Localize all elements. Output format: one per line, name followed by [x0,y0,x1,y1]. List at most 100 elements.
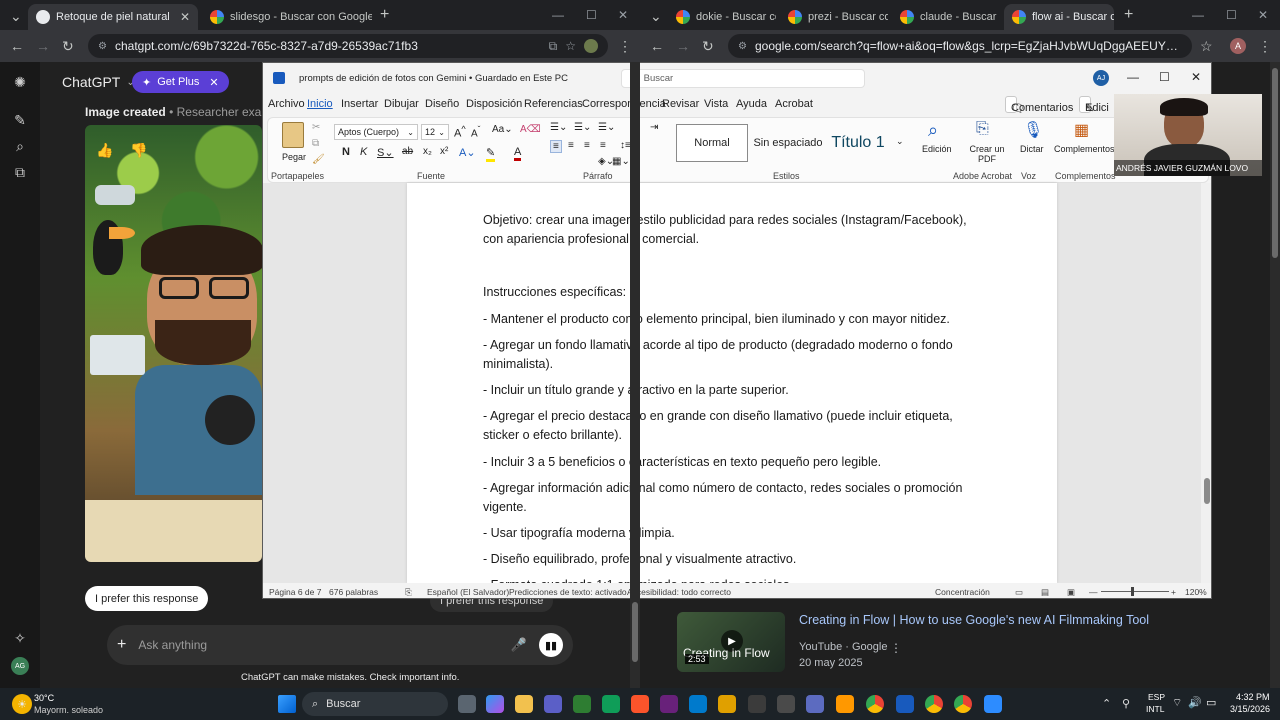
zoom-in-icon[interactable]: + [1171,587,1176,597]
weather-desc[interactable]: Mayorm. soleado [34,705,103,715]
minimize-icon[interactable]: — [1127,70,1139,84]
scrollbar-thumb[interactable] [1272,68,1278,258]
zoom-level[interactable]: 120% [1185,587,1207,597]
shrink-font-icon[interactable]: Aˇ [471,124,480,139]
dictate-label[interactable]: Dictar [1020,144,1044,154]
web-layout-icon[interactable]: ▣ [1067,587,1075,598]
tab-diseno[interactable]: Diseño [425,98,459,110]
font-size-select[interactable]: 12 ⌄ [421,124,449,140]
chrome-icon-2[interactable] [925,695,943,713]
close-window-icon[interactable]: ✕ [1191,70,1201,84]
result-title-link[interactable]: Creating in Flow | How to use Google's n… [799,613,1149,627]
taskbar-search[interactable]: ⌕ Buscar [302,692,448,716]
zoom-slider[interactable] [1101,587,1169,596]
bookmark-star-icon[interactable]: ☆ [565,39,576,53]
close-window-icon[interactable]: ✕ [618,8,628,22]
find-icon[interactable]: ⌕ [928,120,938,141]
copy-icon[interactable]: ⧉ [312,138,319,149]
print-layout-icon[interactable]: ▤ [1041,587,1049,598]
tray-app-icon[interactable]: ⚲ [1122,697,1130,710]
bullet-item[interactable]: - Agregar el precio destacado en grande … [483,407,973,445]
editing-button[interactable]: ✎ Edici [1079,96,1109,115]
new-chat-icon[interactable]: ✎ [11,112,29,130]
paragraph-heading[interactable]: Instrucciones específicas: [483,283,973,302]
user-avatar[interactable]: AG [11,657,29,675]
zoom-slider-thumb[interactable] [1131,587,1134,596]
paragraph-objective[interactable]: Objetivo: crear una imagen estilo public… [483,211,973,249]
status-language[interactable]: Español (El Salvador) [427,587,509,597]
justify-icon[interactable]: ≡ [600,140,606,151]
tab-correspondencia[interactable]: Correspondencia [582,98,666,110]
tab-revisar[interactable]: Revisar [662,98,699,110]
right-page-scrollbar[interactable] [1270,62,1280,688]
app-icon-2[interactable] [602,695,620,713]
bullet-item[interactable]: - Incluir un título grande y atractivo e… [483,381,973,400]
editing-group-label[interactable]: Edición [922,144,952,154]
tab-retoque[interactable]: Retoque de piel natural ✕ [28,4,198,30]
strikethrough-icon[interactable]: ab [402,146,413,157]
new-tab-icon[interactable]: + [380,6,389,24]
app-icon-1[interactable] [573,695,591,713]
clear-format-icon[interactable]: A⌫ [520,124,541,135]
read-mode-icon[interactable]: ▭ [1015,587,1023,598]
comments-button[interactable]: 🗨 Comentarios [1005,96,1073,115]
status-predictions[interactable]: Predicciones de texto: activado [509,587,627,597]
reload-icon[interactable]: ↻ [702,38,714,55]
tab-referencias[interactable]: Referencias [524,98,583,110]
battery-icon[interactable]: ▭ [1206,696,1216,709]
site-info-icon[interactable]: ⚙ [98,41,107,52]
bold-icon[interactable]: N [342,146,350,158]
minimize-icon[interactable]: — [1192,8,1204,22]
close-window-icon[interactable]: ✕ [1258,8,1268,22]
tray-expand-icon[interactable]: ⌃ [1102,697,1111,710]
numbering-icon[interactable]: ☰⌄ [574,122,591,133]
chat-input[interactable]: + Ask anything 🎤 ▮▮ [107,625,573,665]
left-page-scrollbar[interactable] [630,62,640,688]
tab-prezi[interactable]: prezi - Buscar co ✕ [780,4,888,30]
prefer-response-button[interactable]: I prefer this response [85,586,209,611]
bullet-item[interactable]: - Usar tipografía moderna y limpia. [483,524,973,543]
tab-flow-ai[interactable]: flow ai - Buscar c ✕ [1004,4,1114,30]
word-taskbar-icon[interactable] [896,695,914,713]
tab-acrobat[interactable]: Acrobat [775,98,813,110]
voice-mode-icon[interactable]: ▮▮ [539,633,563,657]
status-words[interactable]: 676 palabras [329,587,378,597]
style-sin-espaciado[interactable]: Sin espaciado [752,124,824,162]
new-tab-icon[interactable]: + [1124,6,1133,24]
tab-ayuda[interactable]: Ayuda [736,98,767,110]
start-icon[interactable] [278,695,296,713]
tab-inicio[interactable]: Inicio [307,98,333,110]
align-left-icon[interactable]: ≡ [550,140,562,153]
settings-icon[interactable] [777,695,795,713]
tab-dibujar[interactable]: Dibujar [384,98,419,110]
status-accessibility[interactable]: Accesibilidad: todo correcto [627,587,731,597]
multilevel-list-icon[interactable]: ☰⌄ [598,122,615,133]
font-name-select[interactable]: Aptos (Cuerpo) ⌄ [334,124,418,140]
styles-more-icon[interactable]: ⌄ [896,136,904,147]
subscript-icon[interactable]: x₂ [423,146,432,157]
result-more-icon[interactable]: ⋮ [890,641,902,655]
maximize-icon[interactable]: ☐ [1159,70,1170,84]
search-chats-icon[interactable]: ⌕ [11,138,29,156]
menu-dots-icon[interactable]: ⋮ [1258,38,1272,55]
address-bar[interactable]: ⚙ chatgpt.com/c/69b7322d-765c-8327-a7d9-… [88,34,608,58]
create-pdf-icon[interactable]: ⎘ [976,120,989,138]
tab-claude[interactable]: claude - Buscar c ✕ [892,4,1000,30]
reload-icon[interactable]: ↻ [62,38,74,55]
italic-icon[interactable]: K [360,146,367,158]
language-indicator[interactable]: ESP [1148,692,1165,702]
paste-label[interactable]: Pegar [282,152,306,162]
superscript-icon[interactable]: x² [440,146,448,157]
visual-studio-icon[interactable] [660,695,678,713]
addins-label[interactable]: Complementos [1054,144,1115,154]
proofing-icon[interactable]: ⎘ [405,587,412,598]
maximize-icon[interactable]: ☐ [586,8,597,22]
tab-dokie[interactable]: dokie - Buscar co ✕ [668,4,776,30]
chrome-icon-3[interactable] [954,695,972,713]
tab-vista[interactable]: Vista [704,98,728,110]
tab-insertar[interactable]: Insertar [341,98,378,110]
tab-disposicion[interactable]: Disposición [466,98,522,110]
bullet-item[interactable]: - Incluir 3 a 5 beneficios o característ… [483,453,973,472]
weather-temp[interactable]: 30°C [34,693,54,703]
increase-indent-icon[interactable]: ⇥ [650,122,658,133]
